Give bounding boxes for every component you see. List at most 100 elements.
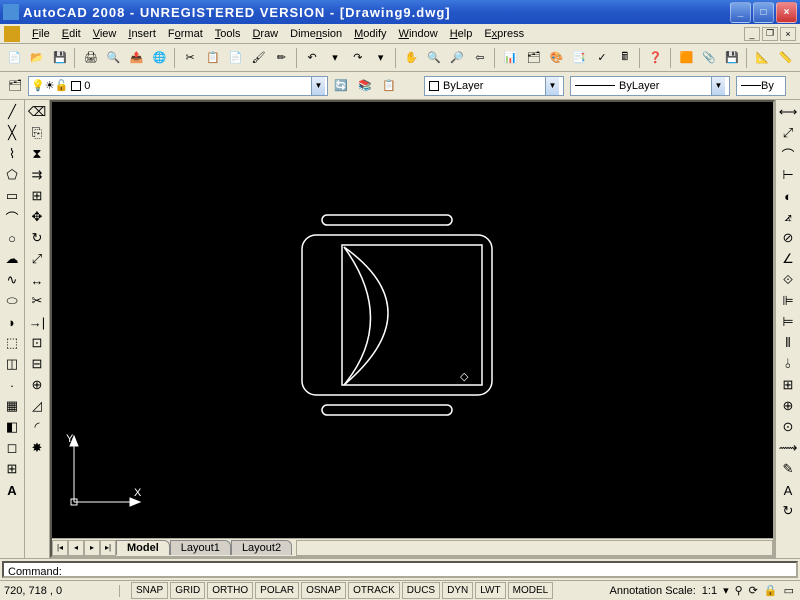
copy-button[interactable]: 📋 [203, 47, 224, 69]
layer-states-button[interactable]: 📚 [354, 75, 376, 97]
block-button[interactable]: 🟧 [676, 47, 697, 69]
open-button[interactable]: 📂 [27, 47, 48, 69]
model-toggle[interactable]: MODEL [508, 582, 554, 599]
maximize-button[interactable]: □ [753, 2, 774, 23]
dim-update-button[interactable]: ↻ [778, 501, 798, 521]
color-dropdown[interactable]: ByLayer ▼ [424, 76, 564, 96]
snap-toggle[interactable]: SNAP [131, 582, 168, 599]
dim-linear-button[interactable]: ⟷ [778, 102, 798, 122]
annoauto-icon[interactable]: ⟳ [749, 584, 758, 597]
hatch-button[interactable]: ▦ [2, 396, 22, 416]
redo-button[interactable]: ↷ [347, 47, 368, 69]
undo-arrow-button[interactable]: ▾ [325, 47, 346, 69]
break-button[interactable]: ⊟ [27, 354, 47, 374]
cut-button[interactable]: ✂ [180, 47, 201, 69]
minimize-button[interactable]: _ [730, 2, 751, 23]
revcloud-button[interactable]: ☁ [2, 249, 22, 269]
publish-button[interactable]: 📤 [126, 47, 147, 69]
lineweight-dropdown[interactable]: By [736, 76, 786, 96]
designcenter-button[interactable]: 🗂 [523, 47, 544, 69]
mdi-restore-button[interactable]: ❐ [762, 27, 778, 41]
pline-button[interactable]: ⌇ [2, 144, 22, 164]
line-button[interactable]: ╱ [2, 102, 22, 122]
zoom-prev-button[interactable]: ⇦ [469, 47, 490, 69]
et2-button[interactable]: 📏 [775, 47, 796, 69]
coords-readout[interactable]: 720, 718 , 0 [0, 585, 120, 597]
save-button[interactable]: 💾 [50, 47, 71, 69]
ortho-toggle[interactable]: ORTHO [207, 582, 253, 599]
xline-button[interactable]: ╳ [2, 123, 22, 143]
tab-first-button[interactable]: |◂ [52, 540, 68, 556]
polygon-button[interactable]: ⬠ [2, 165, 22, 185]
command-input[interactable]: Command: [2, 561, 798, 578]
menu-file[interactable]: File [26, 26, 56, 42]
layer-manager-button[interactable]: 🗂 [4, 75, 26, 97]
tab-layout2[interactable]: Layout2 [231, 540, 292, 555]
dim-space-button[interactable]: ⫴ [778, 333, 798, 353]
annoscale-value[interactable]: 1:1 [702, 585, 717, 597]
dim-ordinate-button[interactable]: ⊢ [778, 165, 798, 185]
circle-button[interactable]: ○ [2, 228, 22, 248]
lock-icon[interactable]: 🔒 [764, 584, 778, 597]
move-button[interactable]: ✥ [27, 207, 47, 227]
mirror-button[interactable]: ⧗ [27, 144, 47, 164]
menu-help[interactable]: Help [444, 26, 479, 42]
break-point-button[interactable]: ⊡ [27, 333, 47, 353]
linetype-dropdown[interactable]: ByLayer ▼ [570, 76, 730, 96]
tab-layout1[interactable]: Layout1 [170, 540, 231, 555]
paste-button[interactable]: 📄 [225, 47, 246, 69]
menu-edit[interactable]: Edit [56, 26, 87, 42]
mdi-minimize-button[interactable]: _ [744, 27, 760, 41]
point-button[interactable]: · [2, 375, 22, 395]
tab-prev-button[interactable]: ◂ [68, 540, 84, 556]
properties-button[interactable]: 📊 [500, 47, 521, 69]
jog-linear-button[interactable]: ⟿ [778, 438, 798, 458]
tolerance-button[interactable]: ⊞ [778, 375, 798, 395]
menu-tools[interactable]: Tools [209, 26, 247, 42]
horizontal-scrollbar[interactable] [296, 540, 773, 556]
dim-diameter-button[interactable]: ⊘ [778, 228, 798, 248]
pan-button[interactable]: ✋ [401, 47, 422, 69]
tab-last-button[interactable]: ▸| [100, 540, 116, 556]
grid-toggle[interactable]: GRID [170, 582, 205, 599]
polar-toggle[interactable]: POLAR [255, 582, 299, 599]
menu-insert[interactable]: Insert [122, 26, 162, 42]
dim-edit-button[interactable]: ✎ [778, 459, 798, 479]
dim-radius-button[interactable]: ◐ [778, 186, 798, 206]
dim-continue-button[interactable]: ⊨ [778, 312, 798, 332]
menu-format[interactable]: Format [162, 26, 209, 42]
mtext-button[interactable]: A [2, 480, 22, 500]
preview-button[interactable]: 🔍 [103, 47, 124, 69]
dim-break-button[interactable]: ⫰ [778, 354, 798, 374]
otrack-toggle[interactable]: OTRACK [348, 582, 400, 599]
sheetset-button[interactable]: 📑 [569, 47, 590, 69]
ellipse-arc-button[interactable]: ◗ [2, 312, 22, 332]
menu-modify[interactable]: Modify [348, 26, 392, 42]
layer-iso-button[interactable]: 📋 [378, 75, 400, 97]
dyn-toggle[interactable]: DYN [442, 582, 473, 599]
center-mark-button[interactable]: ⊕ [778, 396, 798, 416]
rectangle-button[interactable]: ▭ [2, 186, 22, 206]
copy2-button[interactable]: ⎘ [27, 123, 47, 143]
dim-baseline-button[interactable]: ⊫ [778, 291, 798, 311]
quickcalc-button[interactable]: 🖩 [614, 47, 635, 69]
dim-angular-button[interactable]: ∠ [778, 249, 798, 269]
stretch-button[interactable]: ↔ [27, 270, 47, 290]
arc-button[interactable]: ⌒ [2, 207, 22, 227]
tab-next-button[interactable]: ▸ [84, 540, 100, 556]
join-button[interactable]: ⊕ [27, 375, 47, 395]
zoom-realtime-button[interactable]: 🔍 [424, 47, 445, 69]
fillet-button[interactable]: ◜ [27, 417, 47, 437]
explode-button[interactable]: ✸ [27, 438, 47, 458]
chamfer-button[interactable]: ◿ [27, 396, 47, 416]
insert-block-button[interactable]: ⬚ [2, 333, 22, 353]
xref-button[interactable]: 📎 [699, 47, 720, 69]
array-button[interactable]: ⊞ [27, 186, 47, 206]
paintbrush-button[interactable]: ✏ [271, 47, 292, 69]
layer-dropdown[interactable]: 💡 ☀ 🔓 0 ▼ [28, 76, 328, 96]
menu-view[interactable]: View [87, 26, 123, 42]
undo-button[interactable]: ↶ [302, 47, 323, 69]
save2-button[interactable]: 💾 [722, 47, 743, 69]
mdi-close-button[interactable]: × [780, 27, 796, 41]
trim-button[interactable]: ✂ [27, 291, 47, 311]
